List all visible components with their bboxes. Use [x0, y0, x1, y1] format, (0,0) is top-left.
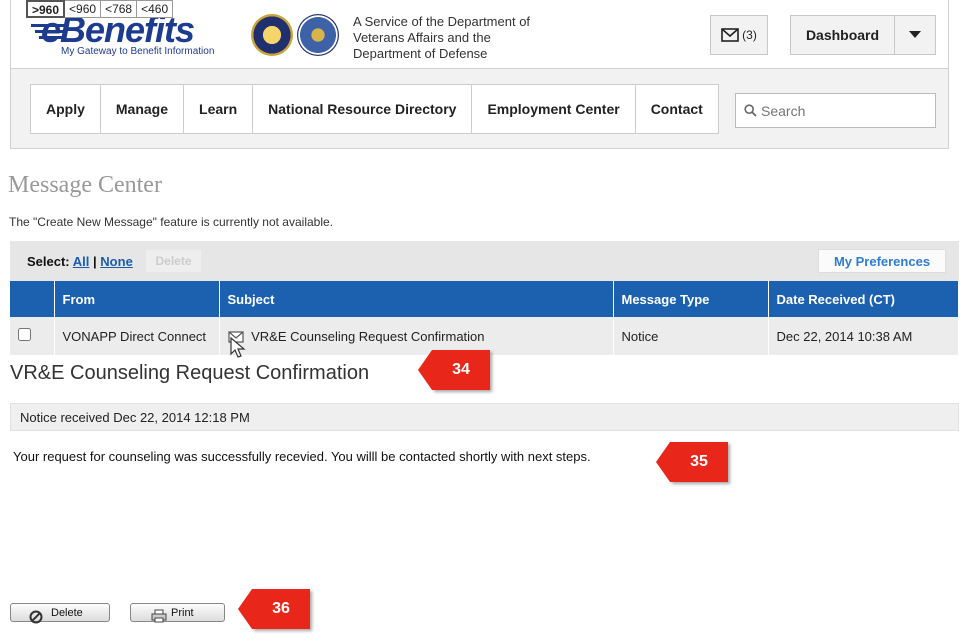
main-nav: Apply Manage Learn National Resource Dir…	[10, 68, 949, 149]
callout-badge: 35	[656, 442, 728, 482]
nav-item-learn[interactable]: Learn	[183, 85, 252, 133]
message-count: (3)	[742, 28, 757, 42]
nav-menu: Apply Manage Learn National Resource Dir…	[30, 84, 719, 134]
callout-badge: 36	[238, 589, 310, 629]
message-body: Your request for counseling was successf…	[13, 449, 591, 464]
select-controls: Select: All | None	[27, 254, 133, 269]
row-checkbox[interactable]	[18, 328, 31, 341]
checkbox-column-header	[10, 281, 55, 317]
service-statement: A Service of the Department of Veterans …	[353, 14, 531, 61]
mouse-pointer-icon	[229, 337, 246, 358]
breakpoint-tab[interactable]: >960	[26, 0, 66, 18]
delete-selected-button[interactable]: Delete	[146, 250, 201, 272]
breakpoint-tab[interactable]: <768	[101, 0, 138, 18]
page-title: Message Center	[8, 172, 162, 198]
breakpoint-tab[interactable]: <460	[137, 0, 174, 18]
nav-item-employment-center[interactable]: Employment Center	[471, 85, 634, 133]
breakpoint-tab[interactable]: <960	[65, 0, 102, 18]
my-preferences-button[interactable]: My Preferences	[818, 249, 946, 273]
logo-tagline: My Gateway to Benefit Information	[61, 46, 215, 57]
nav-item-national-resource-directory[interactable]: National Resource Directory	[252, 85, 471, 133]
messages-button[interactable]: (3)	[710, 15, 768, 55]
dashboard-dropdown[interactable]	[895, 16, 935, 54]
column-header-message-type[interactable]: Message Type	[613, 281, 769, 317]
message-type-cell: Notice	[613, 317, 769, 355]
subject-link[interactable]: VR&E Counseling Request Confirmation	[251, 329, 484, 344]
breakpoint-switcher: >960 <960 <768 <460	[26, 0, 174, 18]
dod-seal-icon	[297, 14, 339, 56]
received-bar: Notice received Dec 22, 2014 12:18 PM	[10, 403, 959, 431]
message-title: VR&E Counseling Request Confirmation	[10, 362, 370, 384]
no-entry-icon	[29, 610, 43, 624]
column-header-subject[interactable]: Subject	[219, 281, 614, 317]
print-button[interactable]: Print	[130, 603, 225, 623]
column-header-date-received[interactable]: Date Received (CT)	[768, 281, 959, 317]
inbox-toolbar: Select: All | None Delete My Preferences	[10, 241, 959, 281]
inbox-table: From Subject Message Type Date Received …	[10, 281, 959, 358]
row-checkbox-cell	[10, 317, 55, 355]
print-label: Print	[171, 606, 194, 619]
delete-label: Delete	[51, 606, 83, 619]
dashboard-menu[interactable]: Dashboard	[790, 15, 936, 55]
subject-cell[interactable]: VR&E Counseling Request Confirmation	[219, 317, 614, 358]
delete-message-button[interactable]: Delete	[10, 603, 110, 624]
va-seal-icon	[251, 14, 293, 56]
search-input[interactable]	[761, 102, 931, 119]
search-box	[735, 93, 936, 128]
caret-down-icon	[909, 31, 921, 38]
dashboard-button[interactable]: Dashboard	[791, 16, 895, 54]
date-received-cell: Dec 22, 2014 10:38 AM	[768, 317, 959, 355]
from-cell: VONAPP Direct Connect	[54, 317, 220, 355]
table-header-row: From Subject Message Type Date Received …	[10, 281, 959, 317]
feature-notice: The "Create New Message" feature is curr…	[9, 215, 334, 229]
callout-badge: 34	[418, 350, 490, 390]
select-all-link[interactable]: All	[73, 254, 90, 269]
nav-item-apply[interactable]: Apply	[31, 85, 100, 133]
search-icon	[744, 104, 757, 117]
envelope-icon	[721, 28, 739, 42]
column-header-from[interactable]: From	[54, 281, 220, 317]
nav-item-contact[interactable]: Contact	[634, 85, 718, 133]
select-none-link[interactable]: None	[100, 254, 133, 269]
printer-icon	[151, 609, 167, 623]
nav-item-manage[interactable]: Manage	[99, 85, 183, 133]
